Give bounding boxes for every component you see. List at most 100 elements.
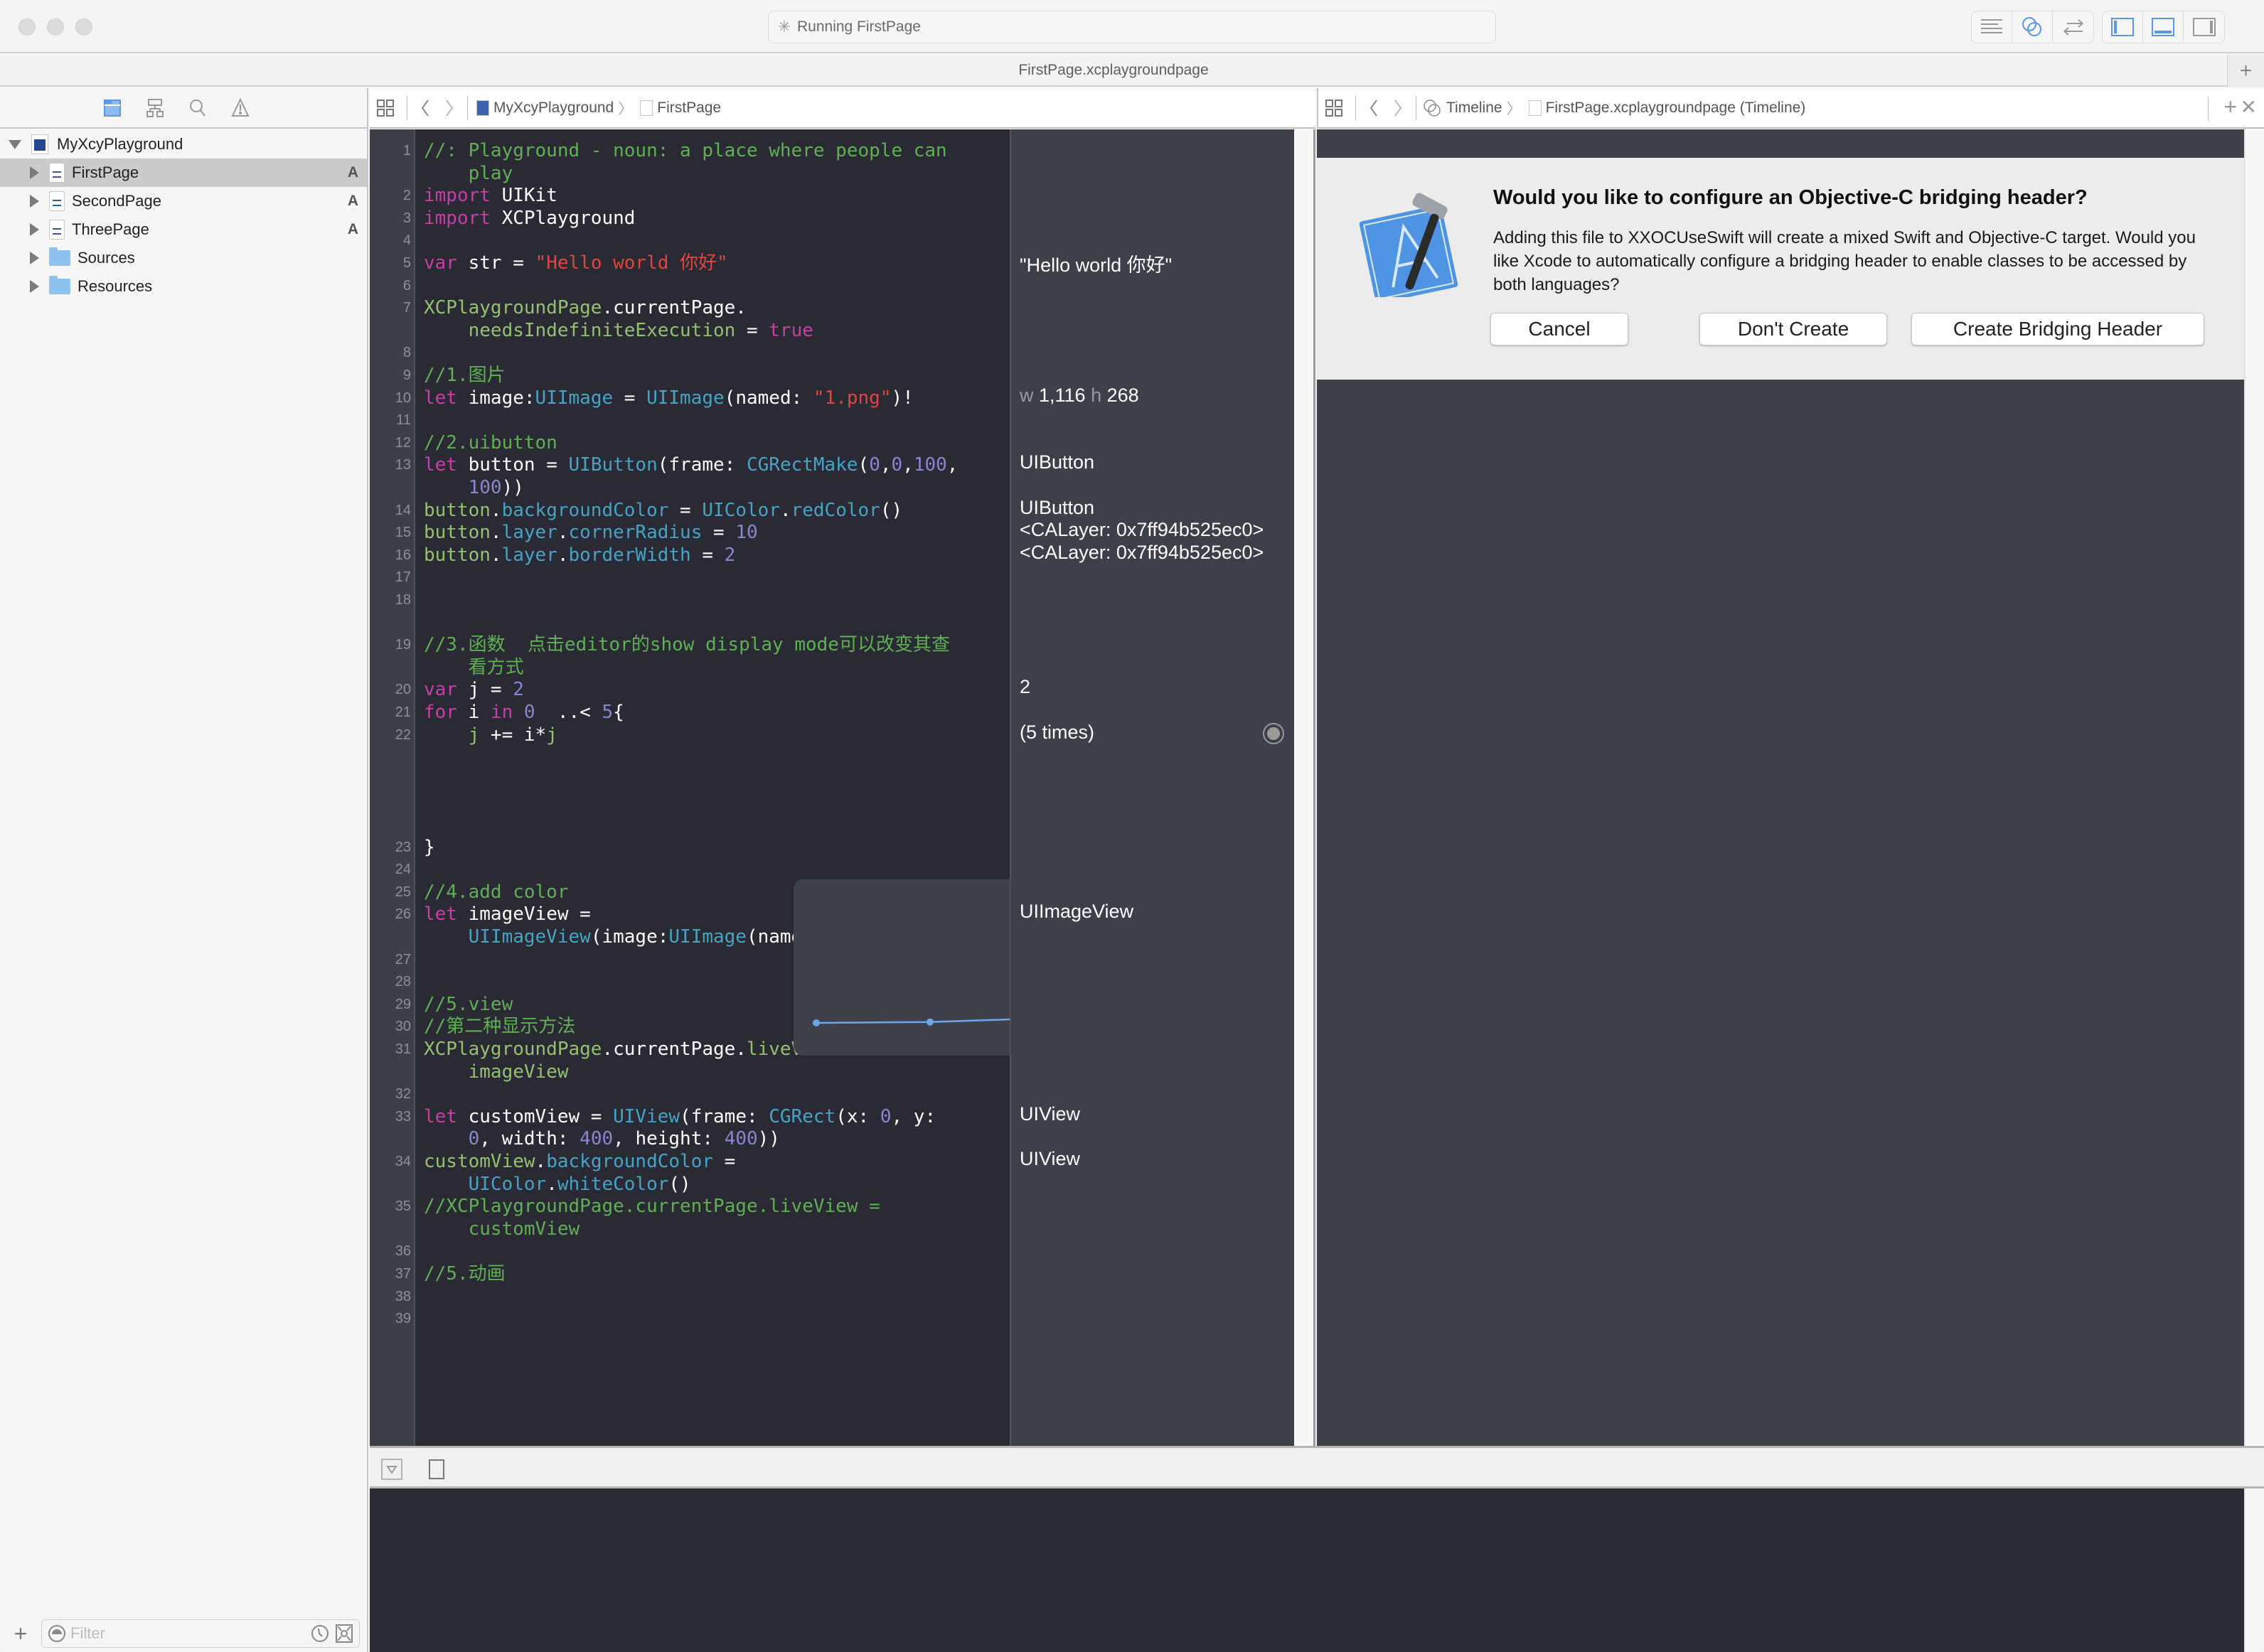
console-toggle-icon[interactable] bbox=[428, 1459, 445, 1480]
line-number: 39 bbox=[395, 1311, 411, 1327]
assistant-mode-icon bbox=[1424, 99, 1441, 117]
filter-input[interactable] bbox=[70, 1624, 284, 1643]
symbol-navigator-tab[interactable] bbox=[144, 97, 166, 119]
disclosure-closed-icon[interactable] bbox=[30, 280, 39, 293]
cancel-button[interactable]: Cancel bbox=[1490, 313, 1628, 345]
show-result-button[interactable] bbox=[1263, 722, 1284, 744]
add-assistant-button[interactable]: + bbox=[2223, 94, 2237, 120]
version-editor-button[interactable] bbox=[2053, 11, 2093, 43]
disclosure-closed-icon[interactable] bbox=[30, 223, 39, 236]
forward-button[interactable] bbox=[1386, 88, 1410, 127]
code-token: 2 bbox=[513, 679, 524, 701]
result-value[interactable]: UIImageView bbox=[1020, 901, 1133, 923]
minimize-window-button[interactable] bbox=[47, 18, 64, 36]
data-point[interactable] bbox=[927, 1018, 934, 1026]
code-token: play bbox=[424, 162, 513, 184]
close-assistant-button[interactable]: ✕ bbox=[2241, 95, 2257, 119]
divider bbox=[1355, 95, 1356, 120]
tree-item-firstpage[interactable]: FirstPage A bbox=[0, 159, 367, 187]
code-text: //XCPlaygroundPage.currentPage.liveView … bbox=[424, 1195, 880, 1218]
tree-item-sources[interactable]: Sources bbox=[0, 244, 367, 272]
result-value[interactable]: <CALayer: 0x7ff94b525ec0> bbox=[1020, 519, 1264, 541]
tree-root[interactable]: MyXcyPlayground bbox=[0, 130, 367, 159]
create-bridging-header-button[interactable]: Create Bridging Header bbox=[1911, 313, 2204, 345]
result-label: h bbox=[1091, 384, 1102, 406]
code-token: UIImage bbox=[535, 387, 614, 409]
code-token: 看方式 bbox=[424, 656, 524, 678]
result-value[interactable]: UIView bbox=[1020, 1148, 1080, 1170]
find-navigator-tab[interactable] bbox=[187, 97, 208, 119]
disclosure-closed-icon[interactable] bbox=[30, 195, 39, 208]
disclosure-open-icon[interactable] bbox=[9, 139, 21, 149]
editor-mode-control bbox=[1971, 11, 2094, 43]
tree-item-threepage[interactable]: ThreePage A bbox=[0, 215, 367, 244]
result-label: w bbox=[1020, 384, 1034, 406]
code-token: 0 bbox=[891, 454, 903, 476]
debug-bar bbox=[370, 1446, 2264, 1489]
result-value[interactable]: UIButton bbox=[1020, 497, 1094, 519]
code-token: j bbox=[546, 724, 557, 746]
close-window-button[interactable] bbox=[18, 18, 36, 36]
code-text: //3.函数 点击editor的show display mode可以改变其查 bbox=[424, 633, 950, 656]
result-value[interactable]: UIView bbox=[1020, 1103, 1080, 1125]
related-items-icon bbox=[377, 99, 394, 117]
result-value[interactable]: UIButton bbox=[1020, 451, 1094, 473]
tab-firstpage[interactable]: FirstPage.xcplaygroundpage bbox=[0, 62, 2227, 79]
data-point[interactable] bbox=[813, 1019, 820, 1026]
related-items-button[interactable] bbox=[1318, 88, 1350, 127]
code-token: . bbox=[557, 544, 569, 566]
result-value[interactable]: 2 bbox=[1020, 676, 1030, 698]
code-token: , y: bbox=[891, 1105, 936, 1127]
utilities-toggle-button[interactable] bbox=[2184, 11, 2224, 43]
debug-area-toggle-button[interactable] bbox=[2143, 11, 2184, 43]
line-number: 2 bbox=[402, 188, 411, 204]
dont-create-button[interactable]: Don't Create bbox=[1699, 313, 1887, 345]
line-number: 31 bbox=[395, 1041, 411, 1057]
hide-debug-area-icon[interactable] bbox=[381, 1459, 402, 1480]
assistant-editor-button[interactable] bbox=[2012, 11, 2053, 43]
zoom-window-button[interactable] bbox=[75, 18, 92, 36]
scm-status-badge: A bbox=[347, 164, 358, 181]
line-number: 37 bbox=[395, 1266, 411, 1282]
code-text: //1.图片 bbox=[424, 364, 506, 387]
disclosure-closed-icon[interactable] bbox=[30, 166, 39, 179]
project-navigator-tab[interactable] bbox=[102, 97, 123, 119]
navigator-toggle-button[interactable] bbox=[2103, 11, 2143, 43]
code-editor[interactable]: 1 //: Playground - noun: a place where pe… bbox=[370, 129, 1294, 1446]
result-value[interactable]: w 1,116 h 268 bbox=[1020, 385, 1139, 407]
code-text: XCPlaygroundPage.currentPage. bbox=[424, 296, 747, 319]
result-value[interactable]: <CALayer: 0x7ff94b525ec0> bbox=[1020, 542, 1264, 564]
code-token: { bbox=[613, 702, 624, 723]
tree-item-secondpage[interactable]: SecondPage A bbox=[0, 187, 367, 215]
code-token: 5 bbox=[602, 702, 614, 723]
breadcrumb-timeline-page[interactable]: FirstPage.xcplaygroundpage (Timeline) bbox=[1546, 100, 1806, 117]
editor-scrollbar[interactable] bbox=[1294, 129, 1315, 1446]
breadcrumb-project[interactable]: MyXcyPlayground bbox=[493, 100, 614, 117]
issue-navigator-tab[interactable] bbox=[230, 97, 251, 119]
result-value[interactable]: (5 times) bbox=[1020, 722, 1094, 744]
code-token: j bbox=[424, 724, 480, 746]
related-items-button[interactable] bbox=[370, 88, 401, 127]
code-token: = bbox=[668, 499, 703, 521]
result-value[interactable]: "Hello world 你好" bbox=[1020, 250, 1172, 277]
code-token: , height: bbox=[613, 1128, 725, 1150]
timeline-scrollbar[interactable] bbox=[2244, 129, 2264, 1652]
disclosure-closed-icon[interactable] bbox=[30, 252, 39, 264]
plus-icon: + bbox=[14, 1620, 28, 1646]
recent-files-icon[interactable] bbox=[311, 1624, 329, 1643]
add-file-button[interactable]: + bbox=[0, 1621, 41, 1647]
scm-filter-icon[interactable] bbox=[335, 1624, 353, 1643]
standard-editor-button[interactable] bbox=[1972, 11, 2012, 43]
code-text: XCPlaygroundPage.currentPage.liveView = bbox=[424, 1038, 858, 1061]
add-tab-button[interactable]: + bbox=[2227, 55, 2264, 87]
debug-console[interactable] bbox=[370, 1489, 2244, 1652]
breadcrumb-page[interactable]: FirstPage bbox=[657, 100, 721, 117]
back-button[interactable] bbox=[413, 88, 437, 127]
breadcrumb-timeline[interactable]: Timeline bbox=[1446, 100, 1502, 117]
code-token: "Hello world 你好" bbox=[535, 252, 728, 274]
filter-field bbox=[41, 1619, 360, 1648]
forward-button[interactable] bbox=[437, 88, 461, 127]
tree-item-resources[interactable]: Resources bbox=[0, 272, 367, 301]
code-text: import UIKit bbox=[424, 184, 557, 207]
back-button[interactable] bbox=[1362, 88, 1386, 127]
